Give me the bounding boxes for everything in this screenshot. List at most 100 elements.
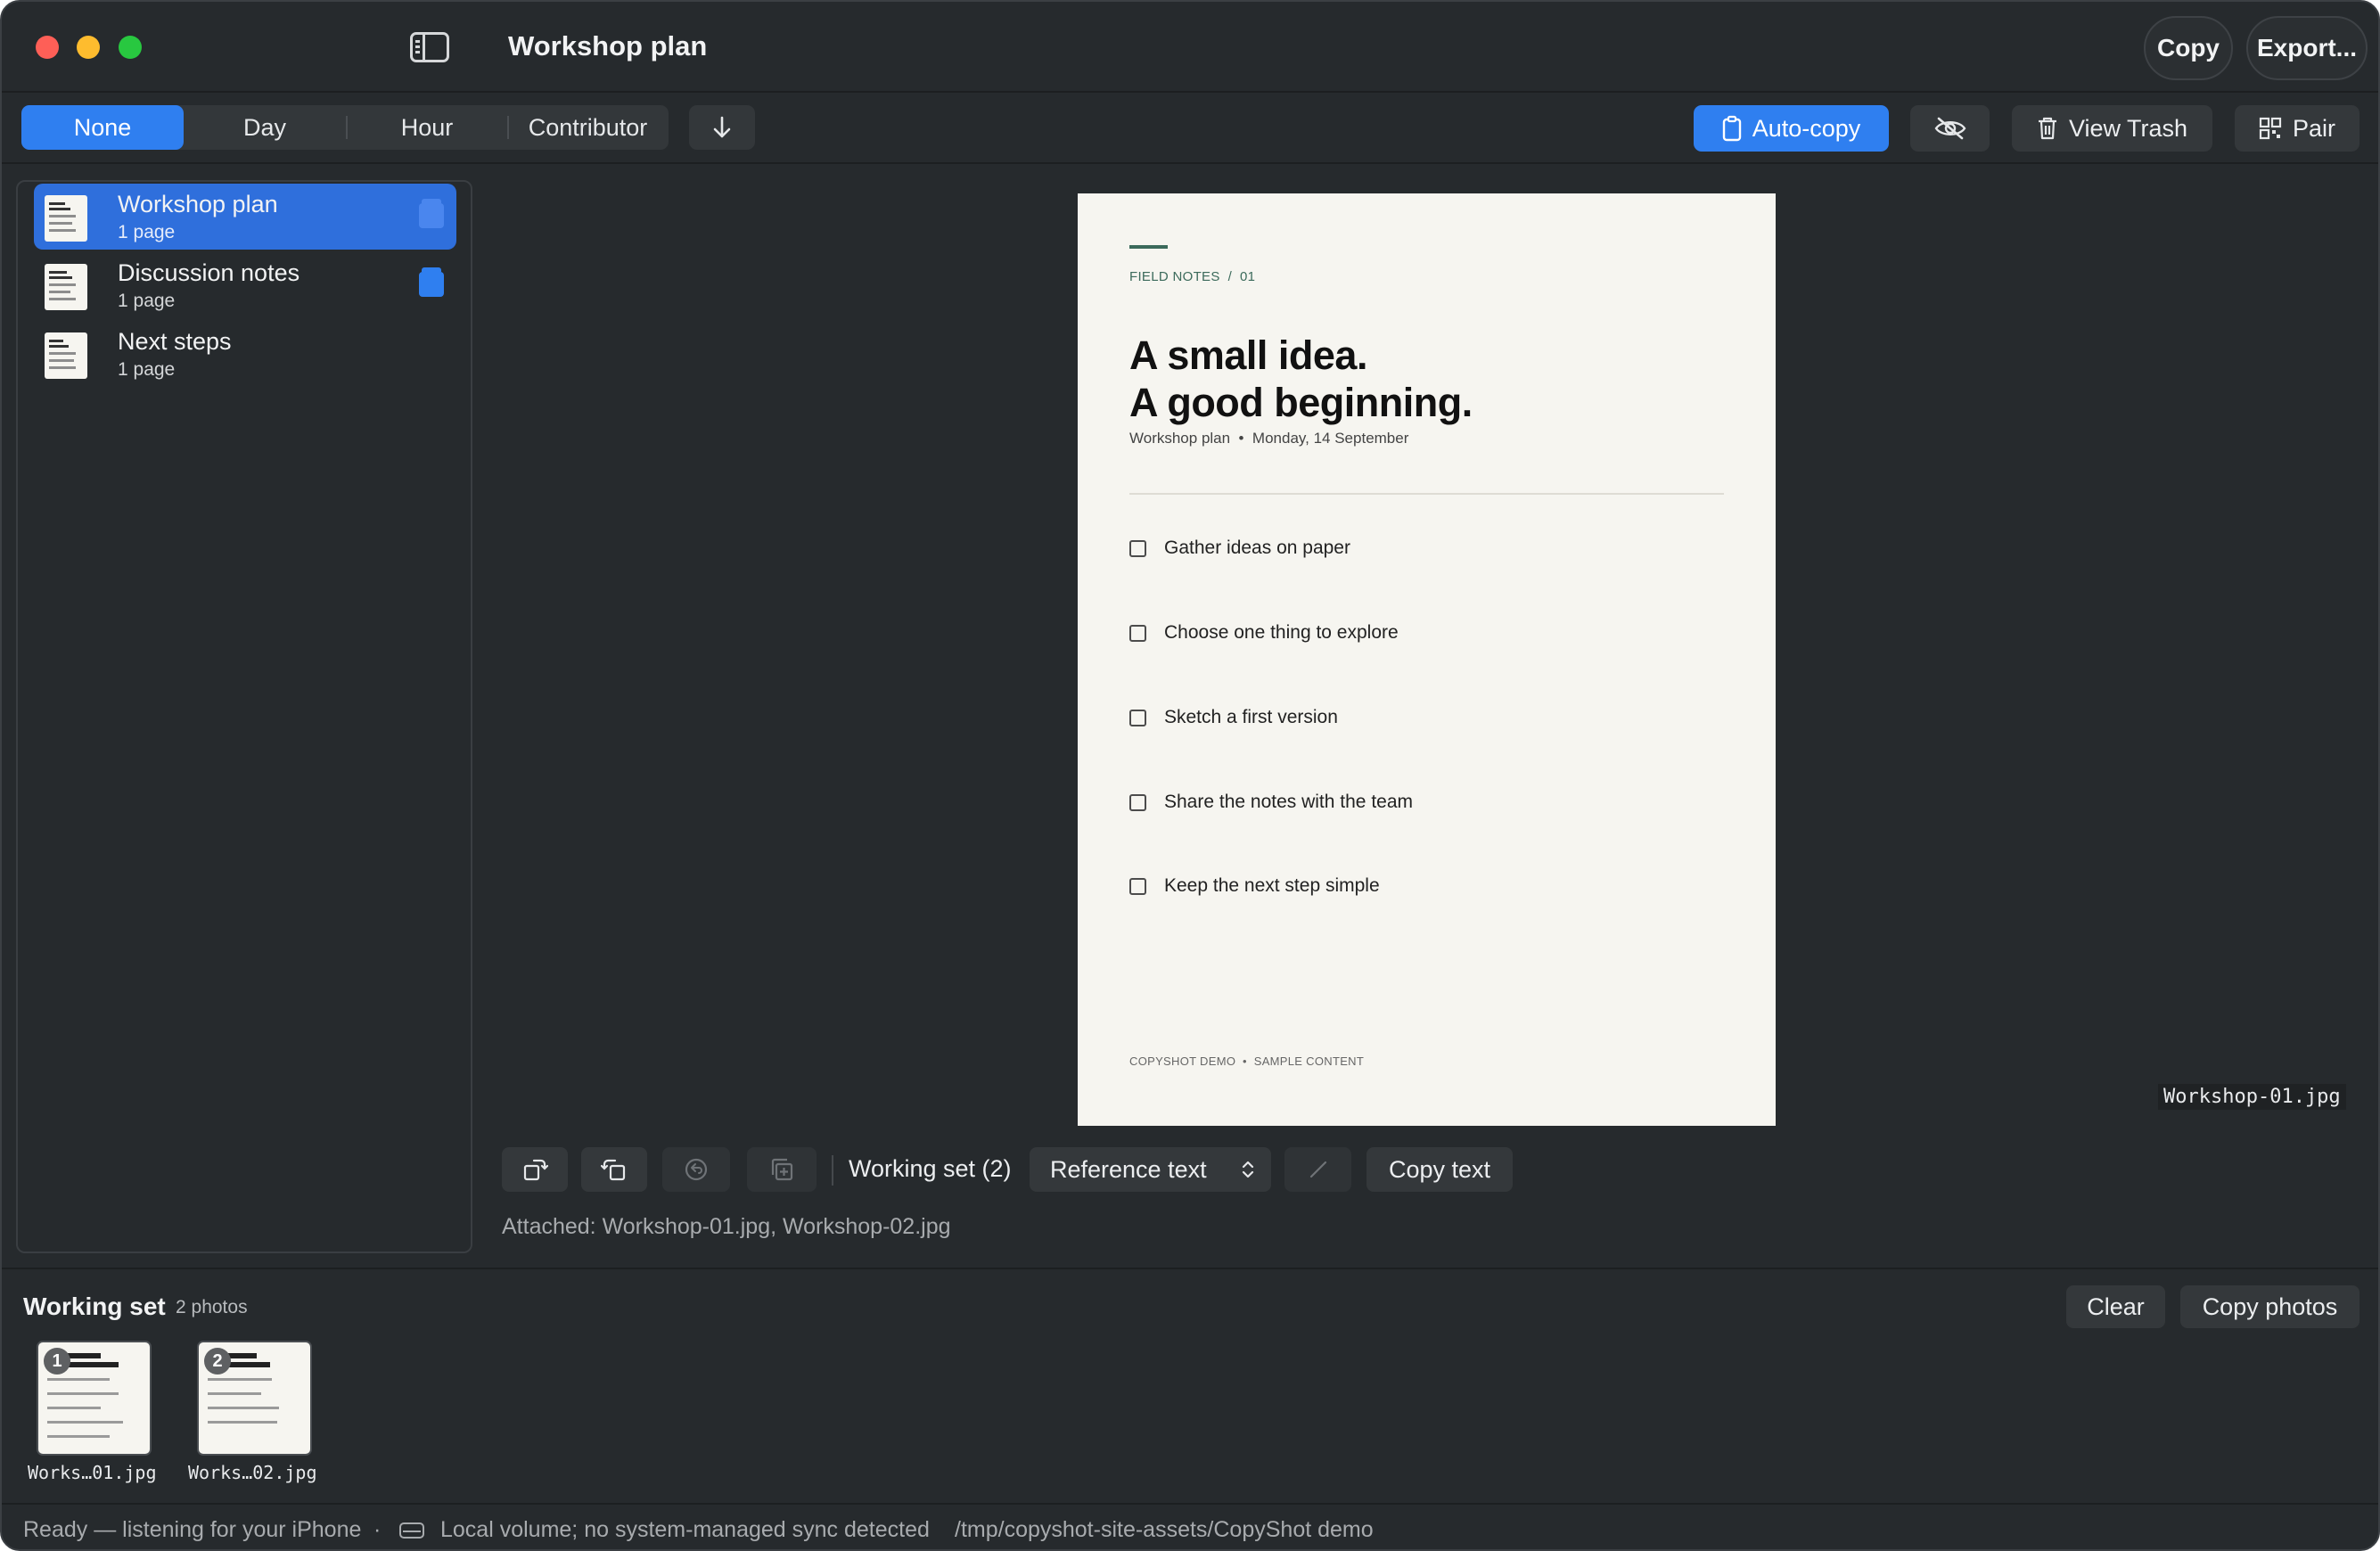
document-title: Next steps xyxy=(118,328,232,355)
app-window: Workshop plan Copy Export... None Day Ho… xyxy=(0,0,2380,1551)
document-title: Discussion notes xyxy=(118,259,300,286)
auto-copy-button[interactable]: Auto-copy xyxy=(1694,105,1889,152)
page-heading-line-1: A small idea. xyxy=(1129,332,1367,378)
page-accent-rule xyxy=(1129,245,1168,249)
close-window-button[interactable] xyxy=(36,36,59,59)
copy-text-button[interactable]: Copy text xyxy=(1366,1147,1513,1192)
page-meta: Workshop plan • Monday, 14 September xyxy=(1129,430,1409,447)
checklist-label: Keep the next step simple xyxy=(1164,875,1380,896)
auto-copy-label: Auto-copy xyxy=(1752,114,1861,142)
pair-button[interactable]: Pair xyxy=(2235,105,2359,152)
document-sidebar: Workshop plan 1 page Discussion notes 1 … xyxy=(16,180,472,1253)
rotate-left-icon xyxy=(601,1159,626,1181)
title-bar: Workshop plan Copy Export... xyxy=(2,2,2378,93)
grouping-segmented-control: None Day Hour Contributor xyxy=(21,105,669,150)
document-title: Workshop plan xyxy=(118,191,278,217)
working-set-count-badge: 2 photos xyxy=(176,1297,248,1317)
document-page-count: 1 page xyxy=(118,222,176,242)
sort-down-arrow-icon xyxy=(713,116,731,138)
checklist-label: Sketch a first version xyxy=(1164,707,1338,727)
grouping-none-segment[interactable]: None xyxy=(21,105,184,150)
working-set-panel: Working set 2 photos Clear Copy photos 1… xyxy=(2,1268,2378,1503)
page-preview: FIELD NOTES / 01 A small idea. A good be… xyxy=(1078,193,1776,1126)
window-title: Workshop plan xyxy=(508,30,708,62)
controls-divider xyxy=(832,1155,833,1186)
checklist-item: Sketch a first version xyxy=(1129,704,1338,731)
working-set-badge-icon xyxy=(419,267,444,297)
pencil-icon xyxy=(1309,1161,1326,1178)
working-set-thumbnail[interactable]: 1 xyxy=(37,1341,152,1456)
grouping-hour-segment[interactable]: Hour xyxy=(346,105,508,150)
clipboard-icon xyxy=(1722,115,1741,142)
checkbox-icon xyxy=(1129,877,1146,895)
qr-code-icon xyxy=(2259,117,2282,140)
view-trash-button[interactable]: View Trash xyxy=(2012,105,2212,152)
copy-button[interactable]: Copy xyxy=(2144,16,2233,80)
grouping-contributor-segment[interactable]: Contributor xyxy=(507,105,669,150)
page-eyebrow: FIELD NOTES / 01 xyxy=(1129,269,1256,284)
working-set-order-badge: 2 xyxy=(204,1348,231,1375)
trash-icon xyxy=(2038,117,2056,140)
sort-button[interactable] xyxy=(689,105,755,150)
clear-working-set-button[interactable]: Clear xyxy=(2066,1285,2165,1328)
copy-photos-button[interactable]: Copy photos xyxy=(2180,1285,2359,1328)
pair-label: Pair xyxy=(2292,114,2335,142)
working-set-thumbnail[interactable]: 2 xyxy=(197,1341,312,1456)
document-page-count: 1 page xyxy=(118,291,176,311)
edit-text-button[interactable] xyxy=(1284,1147,1351,1192)
duplicate-icon xyxy=(771,1158,793,1181)
checklist-item: Share the notes with the team xyxy=(1129,789,1413,816)
working-set-badge-icon xyxy=(419,199,444,228)
working-set-filename: Works…01.jpg xyxy=(28,1462,157,1483)
checklist-item: Keep the next step simple xyxy=(1129,873,1380,899)
status-path-text: /tmp/copyshot-site-assets/CopyShot demo xyxy=(955,1517,1374,1542)
document-page-count: 1 page xyxy=(118,359,176,380)
zoom-window-button[interactable] xyxy=(119,36,142,59)
status-ready-text: Ready — listening for your iPhone xyxy=(23,1517,362,1542)
view-trash-label: View Trash xyxy=(2068,114,2188,142)
toolbar: None Day Hour Contributor Auto-copy View… xyxy=(2,94,2378,164)
rotate-right-button[interactable] xyxy=(502,1147,568,1192)
checkbox-icon xyxy=(1129,793,1146,811)
status-separator: · xyxy=(373,1517,382,1542)
checklist-label: Share the notes with the team xyxy=(1164,792,1413,812)
checklist-item: Gather ideas on paper xyxy=(1129,535,1350,562)
page-heading: A small idea. A good beginning. xyxy=(1129,332,1473,426)
rotate-right-icon xyxy=(523,1159,548,1181)
revert-icon xyxy=(685,1158,708,1181)
attached-files-text: Attached: Workshop-01.jpg, Workshop-02.j… xyxy=(502,1214,951,1239)
export-button[interactable]: Export... xyxy=(2246,16,2368,80)
hide-preview-button[interactable] xyxy=(1910,105,1990,152)
document-row-discussion-notes[interactable]: Discussion notes 1 page xyxy=(34,252,456,318)
document-thumbnail xyxy=(45,332,87,379)
status-bar: Ready — listening for your iPhone · Loca… xyxy=(2,1503,2378,1549)
checkbox-icon xyxy=(1129,624,1146,642)
working-set-count: Working set (2) xyxy=(849,1155,1012,1182)
grouping-day-segment[interactable]: Day xyxy=(184,105,346,150)
document-thumbnail xyxy=(45,195,87,242)
page-footer: COPYSHOT DEMO • SAMPLE CONTENT xyxy=(1129,1055,1365,1068)
working-set-order-badge: 1 xyxy=(44,1348,70,1375)
revert-button[interactable] xyxy=(662,1147,730,1192)
status-volume-text: Local volume; no system-managed sync det… xyxy=(440,1517,930,1542)
reference-text-value: Reference text xyxy=(1050,1155,1207,1183)
checklist-item: Choose one thing to explore xyxy=(1129,620,1399,646)
preview-filename-label: Workshop-01.jpg xyxy=(2158,1084,2346,1110)
page-divider xyxy=(1129,493,1724,495)
minimize-window-button[interactable] xyxy=(77,36,100,59)
drive-icon xyxy=(399,1522,424,1539)
document-row-next-steps[interactable]: Next steps 1 page xyxy=(34,321,456,387)
reference-text-select[interactable]: Reference text xyxy=(1030,1147,1271,1192)
checklist-label: Gather ideas on paper xyxy=(1164,538,1350,558)
checkbox-icon xyxy=(1129,539,1146,557)
page-heading-line-2: A good beginning. xyxy=(1129,380,1473,425)
eye-slash-icon xyxy=(1934,117,1966,140)
checklist-label: Choose one thing to explore xyxy=(1164,622,1399,643)
document-thumbnail xyxy=(45,264,87,310)
checkbox-icon xyxy=(1129,709,1146,726)
sidebar-toggle-icon[interactable] xyxy=(410,32,449,62)
duplicate-button[interactable] xyxy=(747,1147,817,1192)
working-set-filename: Works…02.jpg xyxy=(188,1462,317,1483)
rotate-left-button[interactable] xyxy=(581,1147,647,1192)
document-row-workshop-plan[interactable]: Workshop plan 1 page xyxy=(34,184,456,250)
